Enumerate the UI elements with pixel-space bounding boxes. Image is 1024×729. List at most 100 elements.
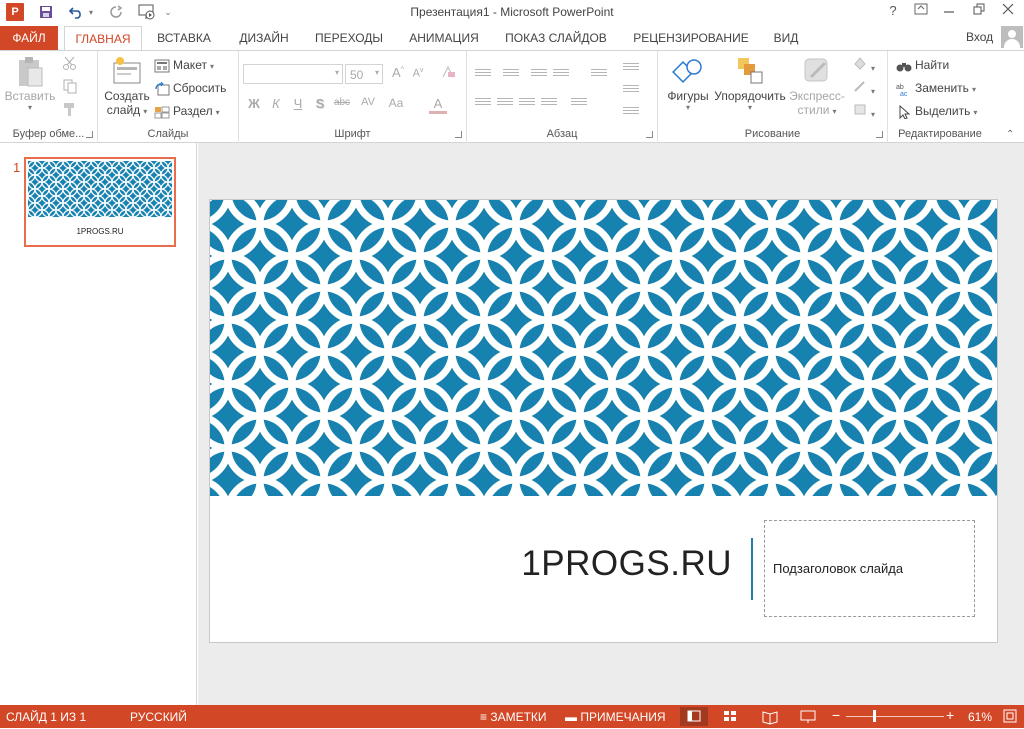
select-label: Выделить [915, 104, 971, 118]
find-button[interactable]: Найти [896, 55, 949, 75]
arrange-button[interactable]: Упорядочить ▾ [714, 55, 786, 112]
reset-button[interactable]: Сбросить [154, 78, 226, 98]
collapse-ribbon-icon[interactable]: ⌃ [1006, 129, 1014, 140]
arrange-icon [734, 55, 766, 87]
bullets-icon[interactable] [475, 69, 491, 81]
paste-button[interactable]: Вставить ▾ [4, 55, 56, 112]
columns-icon[interactable] [571, 98, 587, 110]
fit-to-window-icon[interactable] [1003, 709, 1017, 726]
shape-fill-icon[interactable]: ▾ [852, 55, 875, 75]
grow-font-icon[interactable]: A^ [389, 65, 407, 80]
increase-indent-icon[interactable] [553, 69, 569, 81]
align-center-icon[interactable] [497, 98, 513, 110]
font-size-combo[interactable]: 50 ▾ [345, 64, 383, 84]
bold-button[interactable]: Ж [245, 96, 263, 111]
font-color-button[interactable]: A [429, 96, 447, 114]
restore-icon[interactable] [968, 2, 990, 20]
zoom-slider-thumb[interactable] [872, 710, 876, 722]
section-button[interactable]: Раздел ▾ [154, 101, 220, 121]
slide-counter[interactable]: СЛАЙД 1 ИЗ 1 [6, 710, 86, 724]
smartart-icon[interactable] [623, 107, 639, 119]
tab-insert[interactable]: ВСТАВКА [148, 26, 220, 50]
clipboard-launcher-icon[interactable] [86, 131, 93, 138]
ribbon-display-options-icon[interactable] [910, 2, 932, 20]
paste-icon [14, 55, 46, 87]
new-slide-button[interactable]: Создать слайд ▾ [102, 55, 152, 117]
avatar[interactable] [1001, 26, 1023, 48]
clipboard-group: Вставить ▾ Буфер обме... [0, 51, 98, 143]
zoom-in-button[interactable]: + [946, 707, 954, 723]
reading-view-icon[interactable] [756, 707, 784, 726]
paste-label: Вставить [4, 89, 56, 103]
shapes-button[interactable]: Фигуры ▾ [662, 55, 714, 112]
decrease-indent-icon[interactable] [531, 69, 547, 81]
shape-effects-icon[interactable]: ▾ [852, 101, 875, 121]
format-painter-icon[interactable] [62, 101, 78, 121]
tab-design[interactable]: ДИЗАЙН [228, 26, 300, 50]
clear-formatting-icon[interactable] [439, 65, 457, 82]
tab-animations[interactable]: АНИМАЦИЯ [398, 26, 490, 50]
font-launcher-icon[interactable] [455, 131, 462, 138]
select-button[interactable]: Выделить ▾ [896, 101, 977, 121]
tab-transitions[interactable]: ПЕРЕХОДЫ [306, 26, 392, 50]
tab-view[interactable]: ВИД [764, 26, 808, 50]
text-shadow-button[interactable]: S [311, 96, 329, 111]
normal-view-icon[interactable] [680, 707, 708, 726]
justify-icon[interactable] [541, 98, 557, 110]
language-indicator[interactable]: РУССКИЙ [130, 710, 187, 724]
slide-subtitle[interactable]: Подзаголовок слайда [773, 561, 903, 576]
shapes-label: Фигуры [667, 89, 709, 103]
cursor-arrow-icon [896, 104, 912, 120]
tab-file[interactable]: ФАЙЛ [0, 26, 58, 50]
copy-icon[interactable] [62, 78, 78, 98]
slide-thumbnail[interactable]: 1PROGS.RU [24, 157, 176, 247]
text-direction-icon[interactable] [623, 63, 639, 75]
shape-outline-icon[interactable]: ▾ [852, 78, 875, 98]
notes-label: ЗАМЕТКИ [490, 710, 547, 724]
paragraph-launcher-icon[interactable] [646, 131, 653, 138]
thumbnail-title: 1PROGS.RU [76, 227, 124, 236]
slides-group-label: Слайды [147, 128, 189, 140]
quick-styles-label-line2: стили [797, 103, 830, 117]
font-name-combo[interactable]: ▾ [243, 64, 343, 84]
change-case-button[interactable]: Aa [385, 96, 407, 110]
layout-button[interactable]: Макет ▾ [154, 55, 214, 75]
drawing-launcher-icon[interactable] [876, 131, 883, 138]
paragraph-group-label: Абзац [546, 128, 578, 140]
italic-button[interactable]: К [267, 96, 285, 111]
minimize-icon[interactable] [938, 2, 960, 20]
quick-styles-button[interactable]: Экспресс- стили ▾ [786, 55, 848, 117]
replace-icon: ab ac [896, 82, 912, 98]
character-spacing-button[interactable]: AV [357, 96, 379, 108]
numbering-icon[interactable] [503, 69, 519, 81]
slide-canvas[interactable]: 1PROGS.RU Подзаголовок слайда [209, 199, 998, 643]
help-button[interactable]: ? [882, 2, 904, 20]
slideshow-view-icon[interactable] [794, 707, 822, 726]
cut-icon[interactable] [62, 55, 78, 75]
zoom-out-button[interactable]: − [832, 707, 840, 723]
align-left-icon[interactable] [475, 98, 491, 110]
subtitle-placeholder[interactable]: Подзаголовок слайда [764, 520, 975, 617]
comments-label: ПРИМЕЧАНИЯ [580, 710, 666, 724]
sign-in-link[interactable]: Вход [966, 30, 993, 44]
slide-background-pattern [210, 200, 997, 496]
tab-slideshow[interactable]: ПОКАЗ СЛАЙДОВ [497, 26, 615, 50]
grow-font-glyph: A [392, 65, 401, 80]
tab-home[interactable]: ГЛАВНАЯ [64, 26, 142, 51]
align-text-icon[interactable] [623, 85, 639, 97]
line-spacing-icon[interactable] [591, 69, 607, 81]
underline-button[interactable]: Ч [289, 96, 307, 111]
drawing-group-label: Рисование [744, 128, 801, 140]
tab-review[interactable]: РЕЦЕНЗИРОВАНИЕ [626, 26, 756, 50]
zoom-slider[interactable] [846, 716, 944, 717]
slide-sorter-icon[interactable] [716, 707, 744, 726]
comments-button[interactable]: ▬ ПРИМЕЧАНИЯ [565, 710, 666, 724]
replace-button[interactable]: ab ac Заменить ▾ [896, 78, 976, 98]
notes-button[interactable]: ≡ ЗАМЕТКИ [480, 710, 547, 724]
align-right-icon[interactable] [519, 98, 535, 110]
close-icon[interactable] [997, 2, 1019, 20]
shrink-font-icon[interactable]: Av [409, 67, 427, 80]
slide-title[interactable]: 1PROGS.RU [450, 544, 732, 584]
zoom-level[interactable]: 61% [968, 710, 992, 724]
strikethrough-button[interactable]: abc [331, 97, 353, 108]
